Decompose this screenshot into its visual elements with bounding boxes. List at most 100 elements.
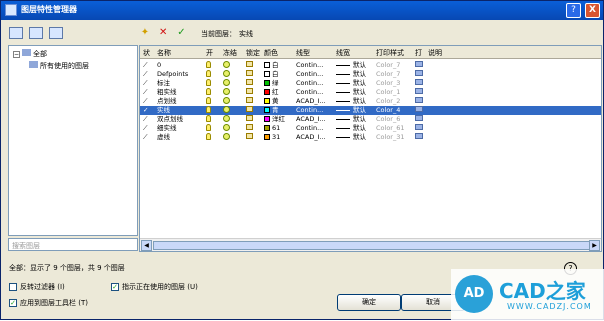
layer-linetype[interactable]: Contin... <box>296 79 323 88</box>
ok-button[interactable]: 确定 <box>337 294 401 311</box>
col-linetype-header[interactable]: 线型 <box>296 48 310 58</box>
search-layer-input[interactable]: 搜索图层 <box>8 238 138 251</box>
plot-printer-icon[interactable] <box>415 124 423 133</box>
checkbox-box[interactable] <box>9 283 17 291</box>
layer-lineweight[interactable]: 默认 <box>336 88 366 97</box>
col-color-header[interactable]: 颜色 <box>264 48 278 58</box>
layer-row[interactable]: ⟋ 标注 绿 Contin... 默认 Color_3 <box>140 79 601 88</box>
layer-plotstyle[interactable]: Color_3 <box>376 79 400 88</box>
scroll-thumb[interactable] <box>153 241 590 250</box>
col-description-header[interactable]: 说明 <box>428 48 442 58</box>
layer-color[interactable]: 黄 <box>264 97 279 106</box>
layer-row[interactable]: ⟋ 细实线 61 Contin... 默认 Color_61 <box>140 124 601 133</box>
delete-layer-icon[interactable]: ✕ <box>157 27 169 39</box>
layer-name[interactable]: 双点划线 <box>157 115 183 124</box>
col-on-header[interactable]: 开 <box>206 48 213 58</box>
layer-row[interactable]: ⟋ Defpoints 白 Contin... 默认 Color_7 <box>140 70 601 79</box>
plot-printer-icon[interactable] <box>415 97 423 106</box>
freeze-sun-icon[interactable] <box>223 133 230 143</box>
plot-printer-icon[interactable] <box>415 106 423 115</box>
layer-color[interactable]: 绿 <box>264 79 279 88</box>
layer-name[interactable]: Defpoints <box>157 70 188 79</box>
layer-linetype[interactable]: ACAD_I... <box>296 97 326 106</box>
layer-status-icon[interactable]: ⟋ <box>143 133 148 142</box>
scroll-right-icon[interactable]: ▶ <box>589 240 600 251</box>
layer-linetype[interactable]: Contin... <box>296 124 323 133</box>
close-button[interactable]: X <box>585 3 600 18</box>
col-lineweight-header[interactable]: 线宽 <box>336 48 350 58</box>
layer-plotstyle[interactable]: Color_7 <box>376 61 400 70</box>
new-property-filter-icon[interactable] <box>9 27 23 39</box>
layer-color[interactable]: 白 <box>264 70 279 79</box>
layer-plotstyle[interactable]: Color_4 <box>376 106 400 115</box>
show-in-use-checkbox[interactable]: ✓ 指示正在使用的图层 (U) <box>111 282 198 292</box>
layer-name[interactable]: 实线 <box>157 106 170 115</box>
layer-plotstyle[interactable]: Color_1 <box>376 88 400 97</box>
collapse-icon[interactable]: − <box>13 51 20 58</box>
layer-row[interactable]: ⟋ 粗实线 红 Contin... 默认 Color_1 <box>140 88 601 97</box>
layer-name[interactable]: 点划线 <box>157 97 177 106</box>
layer-lineweight[interactable]: 默认 <box>336 97 366 106</box>
new-layer-icon[interactable]: ✦ <box>139 27 151 39</box>
plot-printer-icon[interactable] <box>415 79 423 88</box>
plot-printer-icon[interactable] <box>415 61 423 70</box>
lock-icon[interactable] <box>246 88 253 97</box>
layer-color[interactable]: 青 <box>264 106 279 115</box>
layer-plotstyle[interactable]: Color_31 <box>376 133 405 142</box>
layer-linetype[interactable]: Contin... <box>296 70 323 79</box>
layer-linetype[interactable]: ACAD_I... <box>296 133 326 142</box>
col-freeze-header[interactable]: 冻结 <box>223 48 237 58</box>
layer-linetype[interactable]: Contin... <box>296 88 323 97</box>
layer-status-icon[interactable]: ⟋ <box>143 115 148 124</box>
layer-status-icon[interactable]: ⟋ <box>143 97 148 106</box>
layer-plotstyle[interactable]: Color_2 <box>376 97 400 106</box>
checkbox-box[interactable]: ✓ <box>111 283 119 291</box>
layer-lineweight[interactable]: 默认 <box>336 79 366 88</box>
layer-row[interactable]: ⟋ 0 白 Contin... 默认 Color_7 <box>140 61 601 70</box>
layer-lineweight[interactable]: 默认 <box>336 61 366 70</box>
plot-printer-icon[interactable] <box>415 115 423 124</box>
col-plot-header[interactable]: 打 <box>415 48 422 58</box>
col-lock-header[interactable]: 锁定 <box>246 48 260 58</box>
layer-states-icon[interactable] <box>49 27 64 39</box>
tree-node-all[interactable]: − 全部 <box>13 49 47 59</box>
plot-printer-icon[interactable] <box>415 70 423 79</box>
layer-lineweight[interactable]: 默认 <box>336 106 366 115</box>
layer-row[interactable]: ✓ 实线 青 Contin... 默认 Color_4 <box>140 106 601 115</box>
plot-printer-icon[interactable] <box>415 133 423 142</box>
layer-status-icon[interactable]: ⟋ <box>143 124 148 133</box>
layer-name[interactable]: 0 <box>157 61 161 70</box>
layer-linetype[interactable]: Contin... <box>296 106 323 115</box>
help-button[interactable]: ? <box>566 3 581 18</box>
layer-status-icon[interactable]: ⟋ <box>143 79 148 88</box>
new-group-filter-icon[interactable] <box>29 27 44 39</box>
lock-icon[interactable] <box>246 124 253 133</box>
lock-icon[interactable] <box>246 70 253 79</box>
layer-color[interactable]: 红 <box>264 88 279 97</box>
layer-status-icon[interactable]: ⟋ <box>143 88 148 97</box>
lock-icon[interactable] <box>246 79 253 88</box>
layer-status-icon[interactable]: ✓ <box>143 106 148 115</box>
checkbox-box[interactable]: ✓ <box>9 299 17 307</box>
layer-linetype[interactable]: Contin... <box>296 61 323 70</box>
layer-lineweight[interactable]: 默认 <box>336 133 366 142</box>
layer-name[interactable]: 虚线 <box>157 133 170 142</box>
col-plotstyle-header[interactable]: 打印样式 <box>376 48 404 58</box>
layer-linetype[interactable]: ACAD_I... <box>296 115 326 124</box>
layer-color[interactable]: 洋红 <box>264 115 285 124</box>
layer-name[interactable]: 细实线 <box>157 124 177 133</box>
layer-lineweight[interactable]: 默认 <box>336 70 366 79</box>
layer-status-icon[interactable]: ⟋ <box>143 70 148 79</box>
tree-node-used-layers[interactable]: 所有使用的图层 <box>29 61 89 71</box>
layer-lineweight[interactable]: 默认 <box>336 115 366 124</box>
layer-plotstyle[interactable]: Color_61 <box>376 124 405 133</box>
layer-lineweight[interactable]: 默认 <box>336 124 366 133</box>
layer-color[interactable]: 白 <box>264 61 279 70</box>
layer-row[interactable]: ⟋ 虚线 31 ACAD_I... 默认 Color_31 <box>140 133 601 142</box>
layer-name[interactable]: 标注 <box>157 79 170 88</box>
col-name-header[interactable]: 名称 <box>157 48 171 58</box>
on-bulb-icon[interactable] <box>206 133 211 143</box>
lock-icon[interactable] <box>246 106 253 115</box>
layer-plotstyle[interactable]: Color_6 <box>376 115 400 124</box>
horizontal-scrollbar[interactable]: ◀ ▶ <box>140 238 601 251</box>
